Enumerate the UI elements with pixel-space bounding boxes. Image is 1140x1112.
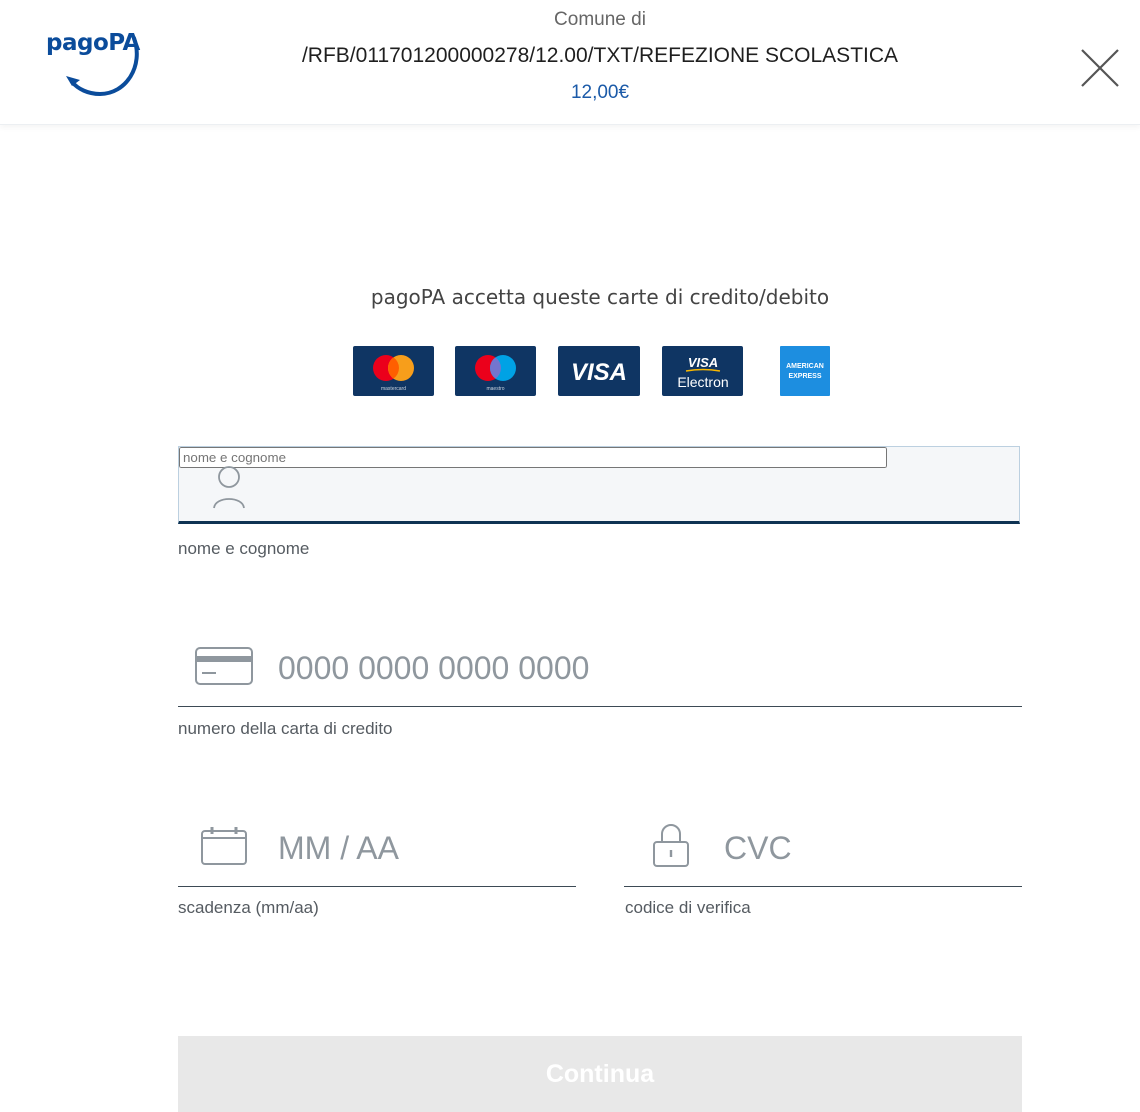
mastercard-logo: mastercard: [353, 346, 434, 396]
amex-subcaption: EXPRESS: [788, 373, 821, 380]
card-number-label: numero della carta di credito: [178, 719, 393, 738]
close-button[interactable]: [1076, 44, 1124, 92]
accepted-cards-title: pagoPA accetta queste carte di credito/d…: [370, 285, 830, 309]
visa-logo: VISA: [558, 346, 640, 396]
mastercard-caption: mastercard: [381, 386, 406, 392]
user-icon: [213, 466, 245, 509]
maestro-logo: maestro: [455, 346, 536, 396]
visa-electron-subcaption: Electron: [677, 374, 728, 390]
amex-caption: AMERICAN: [786, 363, 824, 370]
visa-electron-caption: VISA: [688, 355, 718, 370]
payee-name: Comune di: [554, 9, 646, 30]
name-field-box[interactable]: [178, 446, 1020, 524]
card-number-field[interactable]: [178, 630, 1022, 708]
calendar-icon: [201, 827, 247, 865]
cvc-label: codice di verifica: [625, 898, 751, 917]
visa-electron-icon: VISA Electron: [662, 346, 743, 396]
cvc-input[interactable]: [724, 826, 1004, 870]
maestro-icon: maestro: [455, 346, 536, 396]
close-icon: [1081, 49, 1119, 87]
name-input[interactable]: [179, 447, 887, 468]
expiry-input[interactable]: [278, 826, 558, 870]
expiry-field[interactable]: [178, 810, 576, 888]
expiry-label: scadenza (mm/aa): [178, 898, 319, 917]
payment-amount: 12,00€: [570, 82, 630, 103]
maestro-caption: maestro: [486, 386, 504, 392]
header: pagoPA Comune di /RFB/011701200000278/12…: [0, 0, 1140, 125]
logo-text: pagoPA: [46, 30, 140, 56]
visa-electron-logo: VISA Electron: [662, 346, 743, 396]
american-express-logo: AMERICAN EXPRESS: [780, 346, 830, 396]
continue-button[interactable]: Continua: [178, 1036, 1022, 1112]
credit-card-icon: [195, 647, 253, 685]
american-express-icon: AMERICAN EXPRESS: [780, 346, 830, 396]
payment-code: /RFB/011701200000278/12.00/TXT/REFEZIONE…: [301, 44, 899, 67]
visa-icon: VISA: [558, 346, 640, 396]
cvc-field[interactable]: [624, 810, 1022, 888]
name-label: nome e cognome: [178, 539, 310, 558]
card-number-input[interactable]: [278, 646, 978, 690]
mastercard-icon: mastercard: [353, 346, 434, 396]
visa-caption: VISA: [571, 359, 627, 386]
lock-icon: [653, 824, 689, 867]
pagopa-logo: pagoPA: [40, 26, 150, 104]
